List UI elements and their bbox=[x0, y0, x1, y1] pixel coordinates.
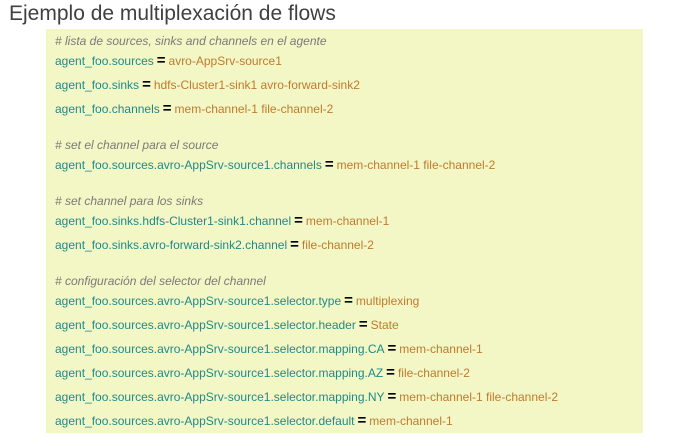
config-value: multiplexing bbox=[355, 294, 420, 308]
code-line: agent_foo.sources.avro-AppSrv-source1.se… bbox=[55, 388, 558, 406]
equals-sign: = bbox=[386, 364, 395, 381]
code-comment: # lista de sources, sinks and channels e… bbox=[55, 34, 327, 48]
code-line: agent_foo.sources.avro-AppSrv-source1.se… bbox=[55, 316, 399, 334]
config-value: file-channel-2 bbox=[397, 366, 470, 380]
equals-sign: = bbox=[344, 292, 353, 309]
equals-sign: = bbox=[324, 156, 334, 173]
equals-sign: = bbox=[387, 388, 397, 405]
config-value: mem-channel-1 bbox=[399, 342, 483, 356]
code-line: agent_foo.sinks = hdfs-Cluster1-sink1 avro… bbox=[55, 76, 360, 94]
code-line: agent_foo.sources.avro-AppSrv-source1.ch… bbox=[55, 156, 495, 174]
config-value: mem-channel-1 file-channel-2 bbox=[174, 102, 334, 116]
config-key: agent_foo.sources.avro-AppSrv-source1.se… bbox=[55, 294, 342, 308]
equals-sign: = bbox=[156, 52, 166, 69]
code-line: agent_foo.sources = avro-AppSrv-source1 bbox=[55, 52, 282, 70]
config-value: mem-channel-1 file-channel-2 bbox=[336, 158, 496, 172]
config-value: file-channel-2 bbox=[301, 238, 374, 252]
code-line: agent_foo.channels = mem-channel-1 file-ch… bbox=[55, 100, 333, 118]
equals-sign: = bbox=[142, 76, 151, 93]
equals-sign: = bbox=[358, 316, 368, 333]
code-line: agent_foo.sinks.avro-forward-sink2.chann… bbox=[55, 236, 374, 254]
code-comment: # configuración del selector del channel bbox=[55, 274, 266, 288]
config-key: agent_foo.sources bbox=[55, 54, 154, 68]
code-comment: # set el channel para el source bbox=[55, 138, 219, 152]
config-key: agent_foo.sources.avro-AppSrv-source1.se… bbox=[55, 318, 356, 332]
equals-sign: = bbox=[357, 412, 367, 429]
code-line: agent_foo.sources.avro-AppSrv-source1.se… bbox=[55, 340, 483, 358]
code-line: agent_foo.sinks.hdfs-Cluster1-sink1.chan… bbox=[55, 212, 389, 230]
slide-title: Ejemplo de multiplexación de flows bbox=[9, 2, 336, 25]
config-value: mem-channel-1 bbox=[305, 214, 390, 228]
code-line: agent_foo.sources.avro-AppSrv-source1.se… bbox=[55, 412, 453, 430]
code-block: # lista de sources, sinks and channels e… bbox=[46, 29, 643, 433]
code-comment: # set channel para los sinks bbox=[55, 194, 204, 208]
config-key: agent_foo.sinks bbox=[55, 78, 140, 92]
config-value: State bbox=[370, 318, 399, 332]
config-value: hdfs-Cluster1-sink1 avro-forward-sink2 bbox=[153, 78, 360, 92]
config-key: agent_foo.sources.avro-AppSrv-source1.ch… bbox=[55, 158, 322, 172]
config-value: avro-AppSrv-source1 bbox=[168, 54, 282, 68]
equals-sign: = bbox=[387, 340, 397, 357]
config-key: agent_foo.sinks.hdfs-Cluster1-sink1.chan… bbox=[55, 214, 292, 228]
config-key: agent_foo.sources.avro-AppSrv-source1.se… bbox=[55, 366, 384, 380]
equals-sign: = bbox=[294, 212, 303, 229]
config-key: agent_foo.sources.avro-AppSrv-source1.se… bbox=[55, 390, 385, 404]
config-key: agent_foo.sinks.avro-forward-sink2.chann… bbox=[55, 238, 288, 252]
config-value: mem-channel-1 bbox=[369, 414, 453, 428]
config-key: agent_foo.channels bbox=[55, 102, 160, 116]
code-line: agent_foo.sources.avro-AppSrv-source1.se… bbox=[55, 292, 419, 310]
config-value: mem-channel-1 file-channel-2 bbox=[399, 390, 559, 404]
config-key: agent_foo.sources.avro-AppSrv-source1.se… bbox=[55, 342, 385, 356]
code-line: agent_foo.sources.avro-AppSrv-source1.se… bbox=[55, 364, 470, 382]
equals-sign: = bbox=[290, 236, 299, 253]
config-key: agent_foo.sources.avro-AppSrv-source1.se… bbox=[55, 414, 355, 428]
equals-sign: = bbox=[162, 100, 172, 117]
